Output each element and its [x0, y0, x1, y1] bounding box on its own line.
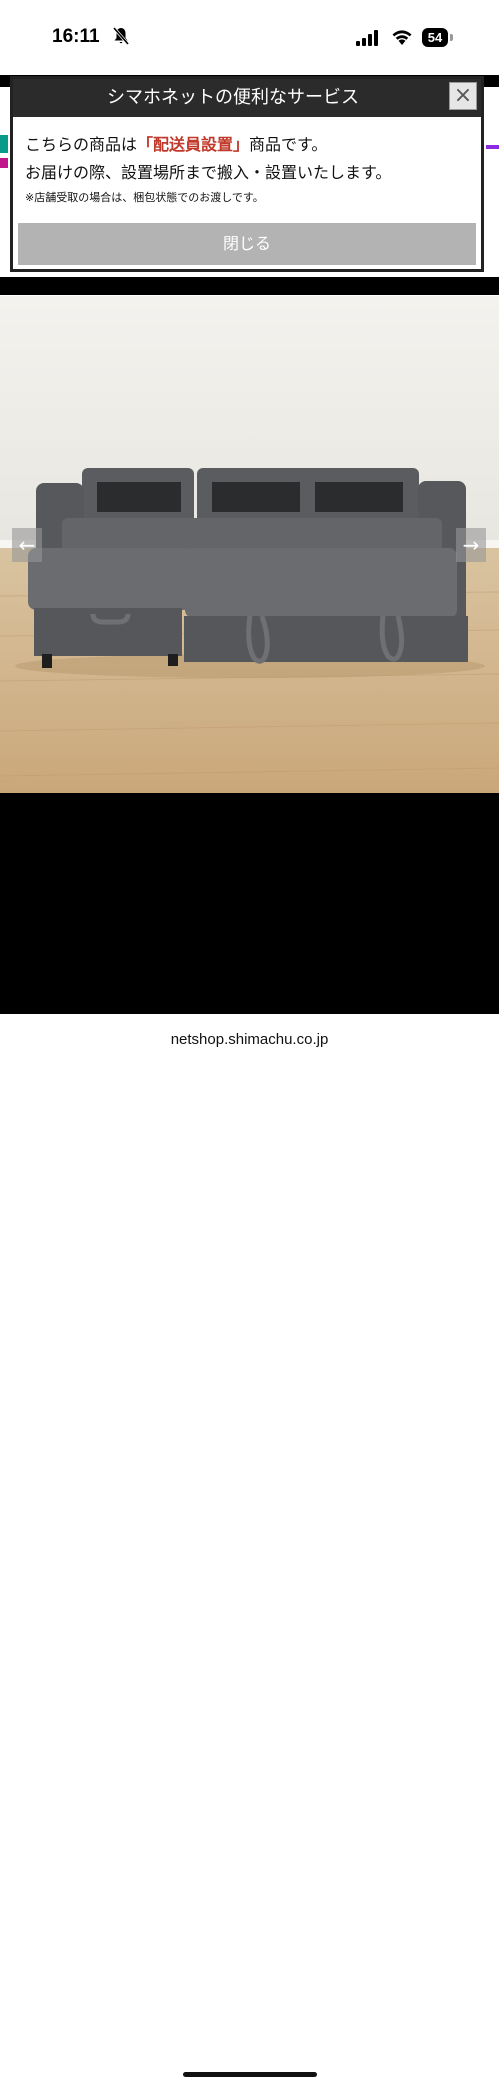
prev-image-arrow[interactable]: ←: [12, 528, 42, 562]
product-image: [0, 296, 499, 793]
modal-note: ※店舗受取の場合は、梱包状態でのお渡しです。: [25, 191, 264, 204]
page-accent-teal: [0, 135, 8, 153]
battery-icon: 54: [422, 28, 448, 47]
battery-tip: [450, 34, 453, 41]
modal-title: シマホネットの便利なサービス: [107, 87, 359, 108]
clock-time: 16:11: [52, 26, 100, 47]
page-accent-purple: [486, 145, 499, 149]
line1-suffix: 商品です。: [249, 135, 328, 154]
close-icon[interactable]: ×: [449, 82, 477, 110]
address-bar[interactable]: netshop.shimachu.co.jp: [0, 1014, 499, 2077]
bell-slash-icon: [113, 27, 129, 45]
sofa-bed-image: [0, 296, 499, 793]
modal-message-line2: お届けの際、設置場所まで搬入・設置いたします。: [25, 163, 392, 182]
close-button[interactable]: 閉じる: [18, 223, 476, 265]
next-image-arrow[interactable]: →: [456, 528, 486, 562]
page-accent-magenta: [0, 158, 8, 168]
home-indicator[interactable]: [183, 2072, 317, 2077]
service-modal: シマホネットの便利なサービス × こちらの商品は「配送員設置」商品です。 お届け…: [10, 76, 484, 272]
wifi-icon: [392, 30, 412, 45]
line1-prefix: こちらの商品は: [25, 135, 138, 154]
delivery-setup-highlight: 「配送員設置」: [137, 135, 250, 154]
status-bar: 16:11 54: [0, 0, 499, 75]
battery-level: 54: [427, 30, 443, 45]
viewer-background: [0, 793, 499, 1014]
url-text[interactable]: netshop.shimachu.co.jp: [0, 1031, 499, 1048]
cellular-signal-icon: [356, 30, 378, 46]
modal-message-line1: こちらの商品は「配送員設置」商品です。: [25, 131, 327, 155]
modal-header: シマホネットの便利なサービス ×: [13, 79, 481, 117]
